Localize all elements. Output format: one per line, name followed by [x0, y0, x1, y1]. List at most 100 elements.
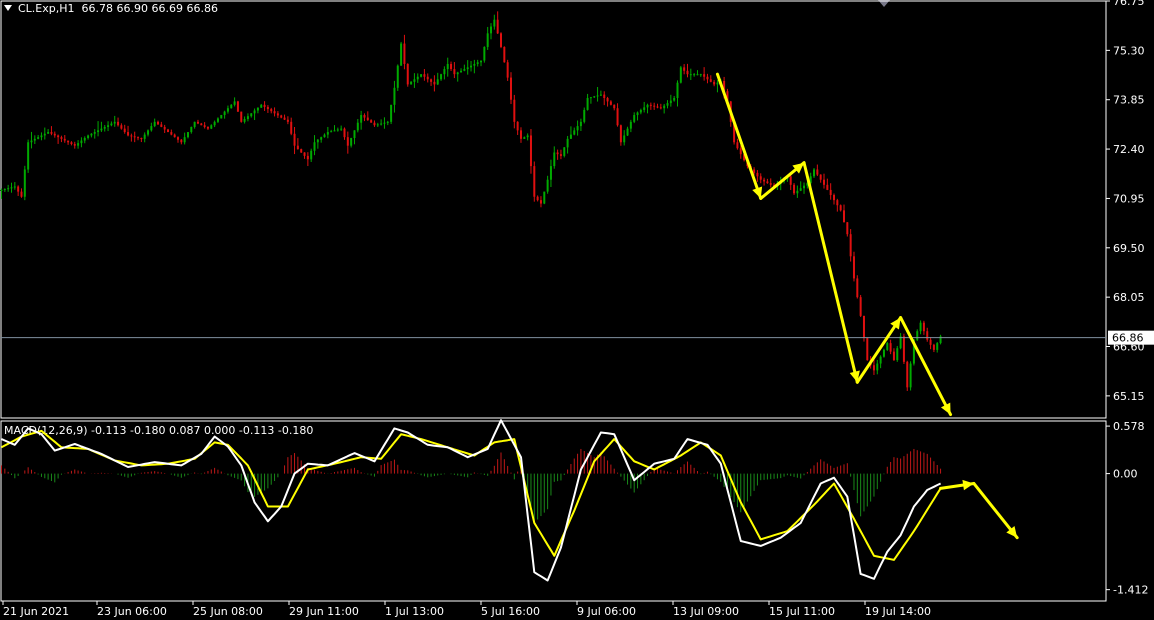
candle-body: [300, 149, 303, 153]
candle-body: [816, 169, 819, 175]
candle-body: [579, 121, 582, 127]
candle-body: [526, 135, 529, 138]
candle-body: [569, 134, 572, 139]
candle-body: [646, 104, 649, 108]
candle-body: [736, 142, 739, 149]
candle-body: [107, 125, 110, 127]
candle-body: [436, 79, 439, 85]
time-tick-label: 13 Jul 09:00: [673, 605, 739, 618]
candle-body: [826, 184, 829, 190]
candle-body: [656, 106, 659, 108]
candle-body: [839, 205, 842, 211]
price-tick-label: 72.40: [1113, 143, 1145, 156]
candle-body: [73, 143, 76, 146]
candle-body: [450, 63, 453, 70]
candle-body: [823, 179, 826, 185]
candle-body: [323, 134, 326, 138]
candle-body: [480, 60, 483, 63]
candle-body: [546, 179, 549, 192]
candle-body: [470, 65, 473, 68]
macd-panel-border: [0, 420, 1107, 602]
candle-body: [856, 278, 859, 298]
candle-body: [676, 82, 679, 99]
candle-body: [929, 339, 932, 345]
candle-body: [739, 148, 742, 155]
candle-body: [376, 124, 379, 126]
candle-body: [47, 132, 50, 134]
chart-canvas[interactable]: 76.7575.3073.8572.4070.9569.5068.0566.60…: [0, 0, 1154, 620]
candle-body: [386, 121, 389, 123]
candle-body: [150, 126, 153, 131]
candle-body: [696, 74, 699, 76]
candle-body: [889, 343, 892, 352]
candle-body: [330, 131, 333, 133]
candle-body: [206, 126, 209, 129]
candle-body: [513, 99, 516, 122]
candle-body: [756, 172, 759, 177]
candle-body: [679, 67, 682, 83]
candle-body: [117, 121, 120, 126]
candle-body: [686, 70, 689, 75]
candle-body: [440, 74, 443, 80]
candle-body: [393, 87, 396, 105]
candle-body: [673, 98, 676, 101]
macd-signal-line: [1, 429, 942, 561]
candle-body: [396, 65, 399, 88]
candle-body: [586, 98, 589, 110]
candle-body: [350, 138, 353, 146]
candle-body: [483, 46, 486, 61]
candle-body: [230, 104, 233, 109]
candle-body: [70, 142, 73, 144]
candle-body: [519, 130, 522, 139]
candle-body: [859, 297, 862, 316]
candle-body: [266, 106, 269, 110]
candle-body: [296, 145, 299, 150]
price-tick-label: 75.30: [1113, 44, 1145, 57]
candle-body: [333, 130, 336, 132]
candle-body: [619, 125, 622, 143]
candle-body: [383, 122, 386, 124]
candle-body: [533, 166, 536, 197]
time-tick-label: 25 Jun 08:00: [193, 605, 263, 618]
candle-body: [796, 190, 799, 194]
candle-body: [509, 77, 512, 100]
candle-body: [463, 69, 466, 71]
candle-body: [203, 125, 206, 127]
candle-body: [919, 322, 922, 332]
candle-body: [639, 109, 642, 113]
candle-body: [186, 132, 189, 138]
candle-body: [226, 108, 229, 112]
candle-body: [363, 115, 366, 118]
candle-body: [143, 134, 146, 139]
candle-body: [433, 81, 436, 85]
candle-body: [799, 188, 802, 191]
candle-body: [97, 130, 100, 133]
candle-body: [406, 63, 409, 85]
candle-body: [103, 126, 106, 129]
candle-body: [663, 105, 666, 109]
candle-body: [40, 135, 43, 138]
candle-body: [173, 134, 176, 138]
candle-body: [373, 122, 376, 126]
time-tick-label: 21 Jun 2021: [3, 605, 69, 618]
candle-body: [766, 181, 769, 184]
price-trend-arrow: [715, 72, 763, 200]
candle-body: [846, 222, 849, 235]
candle-body: [490, 26, 493, 34]
candle-body: [80, 140, 83, 144]
candle-body: [120, 125, 123, 129]
candle-body: [423, 74, 426, 77]
candle-body: [926, 331, 929, 340]
candle-body: [503, 46, 506, 63]
candle-body: [713, 81, 716, 85]
candle-body: [629, 121, 632, 129]
candle-body: [53, 133, 56, 136]
candle-body: [100, 128, 103, 131]
candle-body: [576, 126, 579, 131]
candle-body: [866, 338, 869, 361]
trend-arrows: [715, 72, 1019, 540]
current-price-label: 66.86: [1112, 332, 1144, 345]
candle-body: [360, 115, 363, 123]
candle-body: [706, 76, 709, 80]
candle-body: [596, 95, 599, 97]
